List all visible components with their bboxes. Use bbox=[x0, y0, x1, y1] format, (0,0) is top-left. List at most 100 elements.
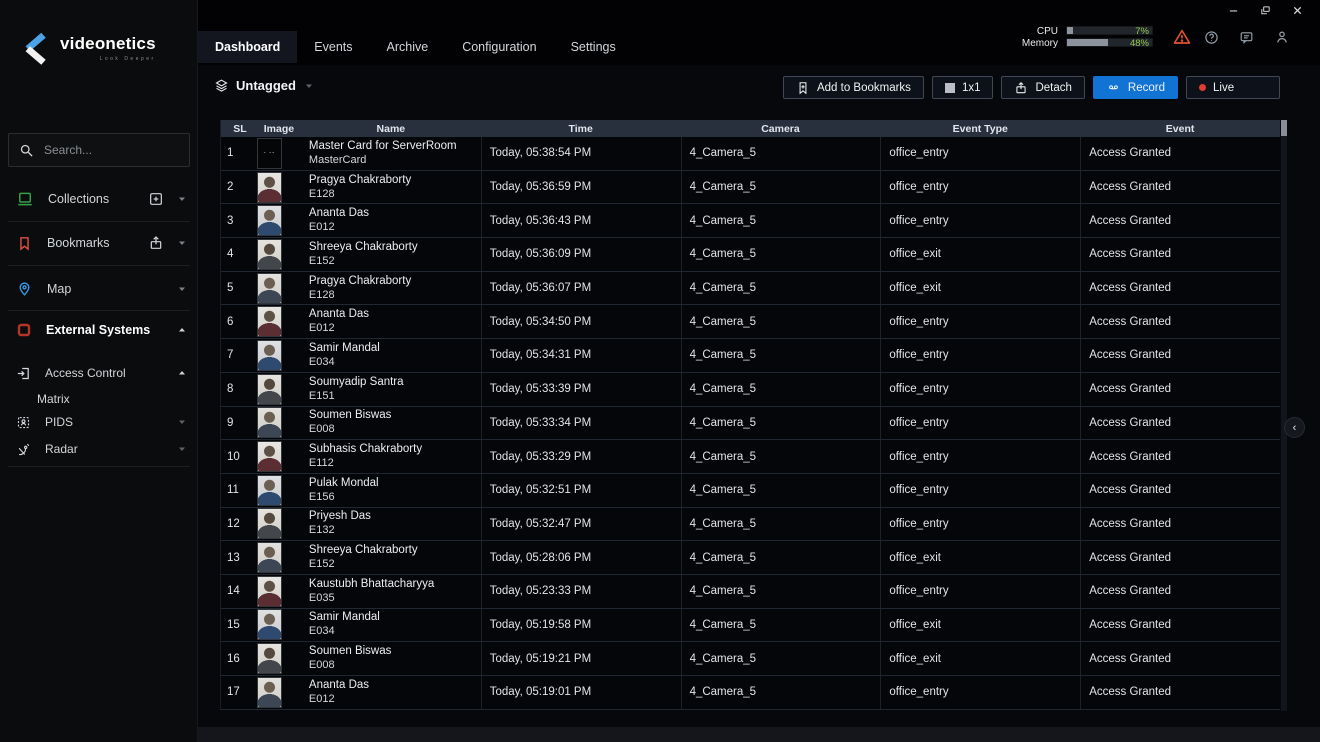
chevron-down-icon[interactable] bbox=[176, 283, 188, 295]
cell-event: Access Granted bbox=[1080, 238, 1280, 271]
scrollbar-thumb[interactable] bbox=[1281, 120, 1287, 136]
table-row[interactable]: 4 Shreeya Chakraborty E152 Today, 05:36:… bbox=[221, 238, 1280, 272]
chevron-down-icon[interactable] bbox=[176, 193, 188, 205]
nav-tab[interactable]: Dashboard bbox=[198, 31, 297, 63]
cpu-label: CPU bbox=[1020, 26, 1058, 37]
cell-name: Shreeya Chakraborty E152 bbox=[301, 238, 481, 271]
cell-camera: 4_Camera_5 bbox=[681, 575, 881, 608]
table-row[interactable]: 3 Ananta Das E012 Today, 05:36:43 PM 4_C… bbox=[221, 204, 1280, 238]
column-header[interactable]: Event bbox=[1080, 120, 1280, 137]
cell-image: - -- bbox=[253, 137, 301, 170]
column-header[interactable]: Camera bbox=[681, 120, 881, 137]
table-row[interactable]: 14 Kaustubh Bhattacharyya E035 Today, 05… bbox=[221, 575, 1280, 609]
cell-image bbox=[253, 642, 301, 675]
live-label: Live bbox=[1213, 82, 1234, 94]
cell-camera: 4_Camera_5 bbox=[681, 137, 881, 170]
cell-image bbox=[253, 339, 301, 372]
alerts-icon[interactable] bbox=[1173, 28, 1191, 46]
table-row[interactable]: 7 Samir Mandal E034 Today, 05:34:31 PM 4… bbox=[221, 339, 1280, 373]
export-bookmarks-icon[interactable] bbox=[148, 235, 164, 251]
cell-sl: 7 bbox=[221, 339, 253, 372]
table-row[interactable]: 13 Shreeya Chakraborty E152 Today, 05:28… bbox=[221, 541, 1280, 575]
cell-camera: 4_Camera_5 bbox=[681, 474, 881, 507]
view-group-selector[interactable]: Untagged bbox=[214, 78, 315, 93]
cell-sl: 16 bbox=[221, 642, 253, 675]
sidebar-item-collections[interactable]: Collections bbox=[0, 181, 198, 217]
cell-camera: 4_Camera_5 bbox=[681, 609, 881, 642]
layout-1x1-button[interactable]: 1x1 bbox=[932, 76, 994, 99]
cell-event: Access Granted bbox=[1080, 305, 1280, 338]
avatar bbox=[257, 407, 282, 438]
cell-camera: 4_Camera_5 bbox=[681, 676, 881, 709]
cell-sl: 12 bbox=[221, 508, 253, 541]
chevron-down-icon[interactable] bbox=[176, 416, 188, 428]
column-header[interactable]: Time bbox=[481, 120, 681, 137]
panel-collapse-handle[interactable]: ‹ bbox=[1284, 417, 1305, 438]
table-row[interactable]: 16 Soumen Biswas E008 Today, 05:19:21 PM… bbox=[221, 642, 1280, 676]
sidebar-item-map[interactable]: Map bbox=[0, 271, 198, 307]
table-row[interactable]: 12 Priyesh Das E132 Today, 05:32:47 PM 4… bbox=[221, 508, 1280, 542]
sidebar-divider bbox=[8, 466, 190, 467]
search-input[interactable] bbox=[44, 143, 199, 157]
search-icon bbox=[19, 143, 34, 158]
cell-time: Today, 05:36:59 PM bbox=[481, 171, 681, 204]
column-header[interactable]: Image bbox=[253, 120, 301, 137]
cell-name: Shreeya Chakraborty E152 bbox=[301, 541, 481, 574]
nav-tab[interactable]: Settings bbox=[554, 31, 633, 63]
column-header[interactable]: SL bbox=[221, 120, 253, 137]
minimize-icon[interactable] bbox=[1227, 4, 1240, 17]
restore-icon[interactable] bbox=[1259, 4, 1272, 17]
row-code: MasterCard bbox=[309, 154, 366, 167]
sidebar-item-label: Bookmarks bbox=[47, 236, 110, 250]
sidebar-item-bookmarks[interactable]: Bookmarks bbox=[0, 225, 198, 261]
table-scrollbar[interactable] bbox=[1281, 120, 1287, 711]
radar-icon bbox=[16, 442, 31, 457]
chevron-down-icon[interactable] bbox=[176, 237, 188, 249]
avatar bbox=[257, 340, 282, 371]
messages-icon[interactable] bbox=[1239, 30, 1254, 45]
cell-name: Master Card for ServerRoom MasterCard bbox=[301, 137, 481, 170]
cell-image bbox=[253, 676, 301, 709]
add-to-bookmarks-button[interactable]: Add to Bookmarks bbox=[783, 76, 924, 99]
chevron-down-icon[interactable] bbox=[176, 443, 188, 455]
sidebar-item-pids[interactable]: PIDS bbox=[0, 408, 198, 436]
row-name: Ananta Das bbox=[309, 207, 369, 220]
table-row[interactable]: 6 Ananta Das E012 Today, 05:34:50 PM 4_C… bbox=[221, 305, 1280, 339]
record-button[interactable]: Record bbox=[1093, 76, 1178, 99]
avatar: - -- bbox=[257, 138, 282, 169]
help-icon[interactable] bbox=[1204, 30, 1219, 45]
row-name: Master Card for ServerRoom bbox=[309, 140, 457, 153]
cell-event: Access Granted bbox=[1080, 609, 1280, 642]
table-row[interactable]: 8 Soumyadip Santra E151 Today, 05:33:39 … bbox=[221, 373, 1280, 407]
nav-tab[interactable]: Configuration bbox=[445, 31, 553, 63]
sidebar-divider bbox=[8, 221, 190, 222]
chevron-up-icon[interactable] bbox=[176, 324, 188, 336]
detach-button[interactable]: Detach bbox=[1001, 76, 1084, 99]
nav-tab[interactable]: Events bbox=[297, 31, 369, 63]
sidebar-item-matrix[interactable]: Matrix bbox=[37, 392, 70, 406]
table-row[interactable]: 17 Ananta Das E012 Today, 05:19:01 PM 4_… bbox=[221, 676, 1280, 710]
nav-tab[interactable]: Archive bbox=[370, 31, 446, 63]
table-row[interactable]: 1 - -- Master Card for ServerRoom Master… bbox=[221, 137, 1280, 171]
table-row[interactable]: 2 Pragya Chakraborty E128 Today, 05:36:5… bbox=[221, 171, 1280, 205]
table-row[interactable]: 15 Samir Mandal E034 Today, 05:19:58 PM … bbox=[221, 609, 1280, 643]
table-row[interactable]: 11 Pulak Mondal E156 Today, 05:32:51 PM … bbox=[221, 474, 1280, 508]
column-header[interactable]: Name bbox=[301, 120, 481, 137]
close-icon[interactable] bbox=[1291, 4, 1304, 17]
cell-image bbox=[253, 305, 301, 338]
sidebar-item-access-control[interactable]: Access Control bbox=[0, 359, 198, 387]
live-button[interactable]: Live bbox=[1186, 76, 1280, 99]
sidebar-item-external-systems[interactable]: External Systems bbox=[0, 312, 198, 347]
column-header[interactable]: Event Type bbox=[880, 120, 1080, 137]
user-icon[interactable] bbox=[1274, 29, 1290, 45]
sidebar-item-radar[interactable]: Radar bbox=[0, 435, 198, 463]
table-row[interactable]: 5 Pragya Chakraborty E128 Today, 05:36:0… bbox=[221, 272, 1280, 306]
chevron-up-icon[interactable] bbox=[176, 367, 188, 379]
row-name: Shreeya Chakraborty bbox=[309, 241, 418, 254]
sidebar: videonetics Look Deeper Collections Book… bbox=[0, 0, 198, 742]
table-row[interactable]: 10 Subhasis Chakraborty E112 Today, 05:3… bbox=[221, 440, 1280, 474]
cell-camera: 4_Camera_5 bbox=[681, 508, 881, 541]
table-row[interactable]: 9 Soumen Biswas E008 Today, 05:33:34 PM … bbox=[221, 407, 1280, 441]
add-collection-icon[interactable] bbox=[148, 191, 164, 207]
row-code: E012 bbox=[309, 221, 335, 234]
